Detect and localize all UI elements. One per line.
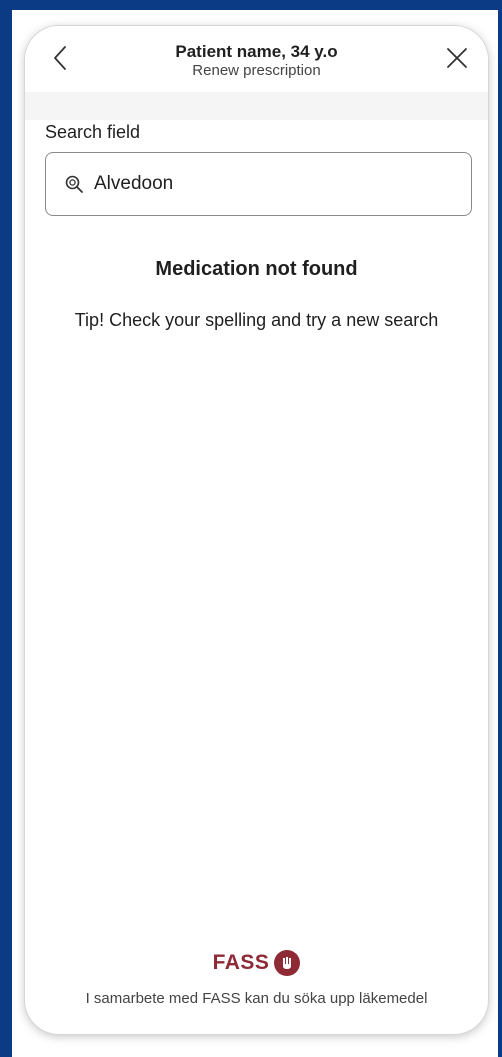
fass-logo: FASS <box>25 950 488 976</box>
back-button[interactable] <box>43 40 79 76</box>
empty-state-title: Medication not found <box>155 258 358 280</box>
close-button[interactable] <box>439 40 475 76</box>
header-divider <box>25 92 488 120</box>
partner-text: I samarbete med FASS kan du söka upp läk… <box>85 990 428 1007</box>
fass-logo-text: FASS <box>212 951 270 974</box>
search-label: Search field <box>45 122 141 142</box>
chevron-left-icon <box>54 46 66 70</box>
page-title: Patient name, 34 y.o <box>175 42 338 61</box>
search-input[interactable] <box>94 173 454 195</box>
header: Patient name, 34 y.o Renew prescription <box>25 26 488 92</box>
search-icon <box>64 174 84 194</box>
close-icon <box>447 48 467 68</box>
header-titles: Patient name, 34 y.o Renew prescription <box>85 42 428 80</box>
app-screen: Patient name, 34 y.o Renew prescription … <box>25 26 488 1034</box>
page-subtitle: Renew prescription <box>192 62 321 79</box>
empty-state-tip: Tip! Check your spelling and try a new s… <box>74 310 439 330</box>
search-field[interactable] <box>45 152 472 216</box>
fass-logo-icon <box>274 950 301 976</box>
